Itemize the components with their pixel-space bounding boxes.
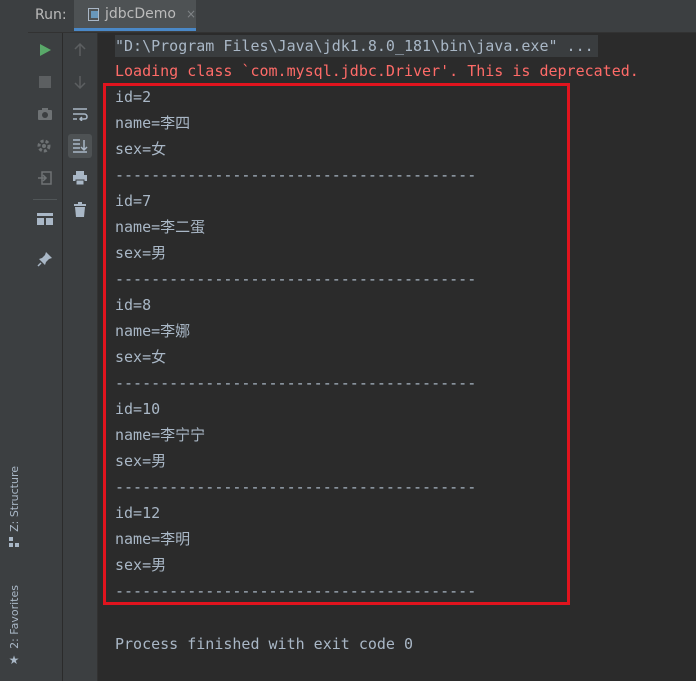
pin-tab-button[interactable] xyxy=(33,247,57,271)
rerun-button[interactable] xyxy=(33,38,57,62)
stop-icon xyxy=(39,76,51,88)
close-icon[interactable]: × xyxy=(186,7,196,21)
record-sex: sex=女 xyxy=(115,140,167,158)
favorites-tool-tab[interactable]: 2: Favorites ★ xyxy=(0,585,28,667)
console-exit-line: Process finished with exit code 0 xyxy=(115,635,414,653)
record-sex: sex=男 xyxy=(115,452,167,470)
play-icon xyxy=(38,43,52,57)
console-command-line: "D:\Program Files\Java\jdk1.8.0_181\bin\… xyxy=(115,35,598,57)
clear-all-button[interactable] xyxy=(68,198,92,222)
highlight-box xyxy=(103,83,570,605)
record-name: name=李娜 xyxy=(115,322,191,340)
run-label: Run: xyxy=(35,7,67,23)
scroll-to-end-button[interactable] xyxy=(68,134,92,158)
record-name: name=李二蛋 xyxy=(115,218,206,236)
record-separator: ---------------------------------------- xyxy=(115,582,477,600)
toolbar-separator xyxy=(33,199,57,200)
left-tool-stripe: Z: Structure 2: Favorites ★ xyxy=(0,0,29,681)
record-separator: ---------------------------------------- xyxy=(115,166,477,184)
up-button[interactable] xyxy=(68,38,92,62)
layout-icon xyxy=(37,213,53,225)
structure-tab-label: Z: Structure xyxy=(7,466,21,532)
record-sex: sex=男 xyxy=(115,556,167,574)
record-id: id=7 xyxy=(115,192,152,210)
record-separator: ---------------------------------------- xyxy=(115,478,477,496)
record-id: id=8 xyxy=(115,296,152,314)
record-name: name=李四 xyxy=(115,114,191,132)
structure-icon xyxy=(8,536,20,551)
record-id: id=2 xyxy=(115,88,152,106)
record-name: name=李宁宁 xyxy=(115,426,206,444)
record-sex: sex=女 xyxy=(115,348,167,366)
printer-icon xyxy=(72,170,88,186)
console-output[interactable]: "D:\Program Files\Java\jdk1.8.0_181\bin\… xyxy=(98,33,696,681)
print-button[interactable] xyxy=(68,166,92,190)
stop-button[interactable] xyxy=(33,70,57,94)
favorites-tab-label: 2: Favorites xyxy=(7,585,21,649)
record-id: id=10 xyxy=(115,400,161,418)
record-name: name=李明 xyxy=(115,530,191,548)
layout-button[interactable] xyxy=(33,207,57,231)
down-button[interactable] xyxy=(68,70,92,94)
run-config-icon xyxy=(88,7,99,21)
star-icon: ★ xyxy=(8,652,20,667)
trash-icon xyxy=(73,202,87,218)
record-sex: sex=男 xyxy=(115,244,167,262)
restore-layout-button[interactable] xyxy=(33,134,57,158)
gear-icon xyxy=(37,138,53,154)
exit-icon xyxy=(37,170,53,186)
arrow-up-icon xyxy=(74,43,86,57)
run-toolbar-secondary xyxy=(63,33,98,681)
camera-icon xyxy=(37,107,53,121)
console-warning-line: Loading class `com.mysql.jdbc.Driver'. T… xyxy=(115,62,639,80)
record-id: id=12 xyxy=(115,504,161,522)
record-separator: ---------------------------------------- xyxy=(115,374,477,392)
ide-run-window: Z: Structure 2: Favorites ★ Run: jdbcDem… xyxy=(0,0,696,681)
record-separator: ---------------------------------------- xyxy=(115,270,477,288)
arrow-down-icon xyxy=(74,75,86,89)
soft-wrap-icon xyxy=(72,107,88,121)
run-panel-header: Run: jdbcDemo × xyxy=(28,0,696,33)
exit-button[interactable] xyxy=(33,166,57,190)
pin-icon xyxy=(37,251,53,267)
soft-wrap-button[interactable] xyxy=(68,102,92,126)
scroll-to-end-icon xyxy=(72,138,88,154)
run-tab-title: jdbcDemo xyxy=(104,6,176,22)
dump-threads-button[interactable] xyxy=(33,102,57,126)
run-toolbar-primary xyxy=(28,33,63,681)
structure-tool-tab[interactable]: Z: Structure xyxy=(0,466,28,551)
run-tab-jdbcdemo[interactable]: jdbcDemo × xyxy=(74,0,196,31)
